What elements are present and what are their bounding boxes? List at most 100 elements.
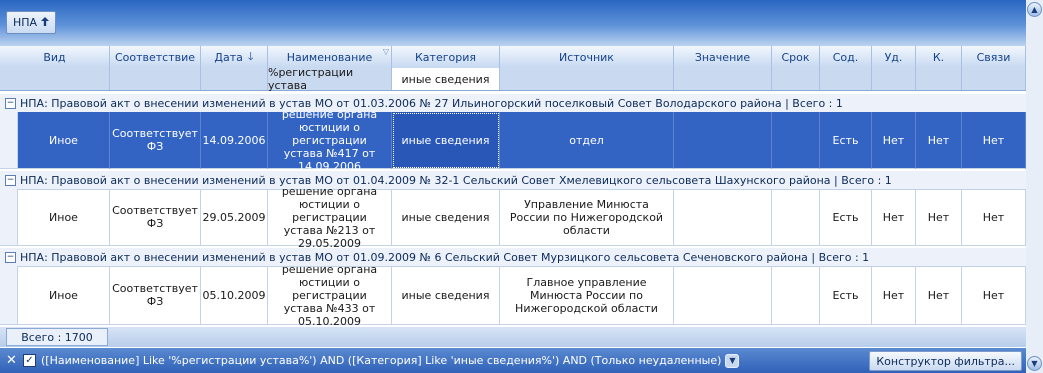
cell-srok[interactable] [772, 112, 820, 169]
col-header-label: Сод. [832, 50, 859, 64]
col-header-label: Уд. [884, 50, 903, 64]
col-header-label: Категория [415, 50, 476, 64]
col-header-srok[interactable]: Срок [772, 46, 820, 68]
cell-svyazi[interactable]: Нет [962, 112, 1026, 169]
col-header-label: Дата [214, 50, 243, 64]
cell-svyazi[interactable]: Нет [962, 266, 1026, 325]
col-header-sootvetstvie[interactable]: Соответствие [110, 46, 201, 68]
vertical-scrollbar[interactable]: ▲ ▼ [1026, 0, 1043, 373]
cell-kategoriya[interactable]: иные сведения [392, 112, 500, 169]
table-row[interactable]: Иное Соответствует ФЗ 29.05.2009 решение… [0, 185, 1026, 250]
cell-sootvetstvie[interactable]: Соответствует ФЗ [110, 266, 201, 325]
cell-sootvetstvie[interactable]: Соответствует ФЗ [110, 112, 201, 169]
cell-istochnik[interactable]: Главное управление Минюста России по Ниж… [500, 266, 674, 325]
col-header-label: Наименование [286, 50, 373, 64]
cell-naimenovanie[interactable]: решение органа юстиции о регистрации уст… [268, 263, 392, 328]
col-header-label: Значение [694, 50, 751, 64]
scroll-down-icon[interactable]: ▼ [1027, 356, 1042, 371]
cell-sootvetstvie[interactable]: Соответствует ФЗ [110, 189, 201, 246]
col-header-data[interactable]: Дата 🡓 [201, 46, 268, 68]
scroll-up-icon[interactable]: ▲ [1027, 2, 1042, 17]
clear-filter-icon[interactable]: ✕ [5, 353, 18, 368]
filter-cell-znachenie[interactable] [674, 68, 772, 90]
collapse-minus-icon[interactable]: − [5, 174, 16, 186]
cell-istochnik[interactable]: Управление Минюста России по Нижегородск… [500, 189, 674, 246]
col-header-naimenovanie[interactable]: Наименование ▽ [268, 46, 392, 68]
npa-grid: НПА Вид Соответствие Дата 🡓 Наименование ▽… [0, 0, 1026, 373]
group-row[interactable]: − НПА: Правовой акт о внесении изменений… [0, 94, 1026, 113]
table-row[interactable]: Иное Соответствует ФЗ 05.10.2009 решение… [0, 263, 1026, 328]
cell-kategoriya[interactable]: иные сведения [392, 266, 500, 325]
cell-znachenie[interactable] [674, 266, 772, 325]
filter-cell-ud[interactable] [872, 68, 916, 90]
col-header-znachenie[interactable]: Значение [674, 46, 772, 68]
cell-srok[interactable] [772, 266, 820, 325]
cell-istochnik[interactable]: отдел [500, 112, 674, 169]
table-row[interactable]: Иное Соответствует ФЗ 14.09.2006 решение… [0, 108, 1026, 173]
row-indent [0, 112, 18, 169]
col-header-label: Вид [43, 50, 66, 64]
col-header-label: Срок [781, 50, 810, 64]
group-row-title: НПА: Правовой акт о внесении изменений в… [20, 96, 843, 110]
chevron-down-icon[interactable]: ▼ [725, 353, 740, 368]
group-row[interactable]: − НПА: Правовой акт о внесении изменений… [0, 171, 1026, 190]
filter-cell-svyazi[interactable] [962, 68, 1026, 90]
col-header-k[interactable]: К. [916, 46, 962, 68]
cell-data[interactable]: 05.10.2009 [201, 266, 268, 325]
filter-cell-sootvetstvie[interactable] [110, 68, 201, 90]
cell-vid[interactable]: Иное [18, 189, 110, 246]
col-header-kategoriya[interactable]: Категория [392, 46, 500, 68]
group-by-npa-chip[interactable]: НПА [6, 11, 57, 34]
col-header-label: К. [932, 50, 945, 64]
cell-data[interactable]: 29.05.2009 [201, 189, 268, 246]
filter-cell-data[interactable] [201, 68, 268, 90]
cell-sod[interactable]: Есть [820, 189, 872, 246]
group-row[interactable]: − НПА: Правовой акт о внесении изменений… [0, 248, 1026, 267]
col-header-svyazi[interactable]: Связи [962, 46, 1026, 68]
cell-ud[interactable]: Нет [872, 266, 916, 325]
cell-k[interactable]: Нет [916, 189, 962, 246]
col-header-vid[interactable]: Вид [0, 46, 110, 68]
group-row-title: НПА: Правовой акт о внесении изменений в… [20, 250, 870, 264]
row-indent [0, 266, 18, 325]
group-row-title: НПА: Правовой акт о внесении изменений в… [20, 173, 892, 187]
auto-filter-row: %регистрации устава иные сведения [0, 66, 1026, 92]
filter-cell-k[interactable] [916, 68, 962, 90]
filter-cell-vid[interactable] [0, 68, 110, 90]
col-header-istochnik[interactable]: Источник [500, 46, 674, 68]
filter-cell-sod[interactable] [820, 68, 872, 90]
filter-panel: ✕ ✓ ([Наименование] Like '%регистрации у… [0, 348, 1026, 373]
filter-cell-naimenovanie[interactable]: %регистрации устава [268, 66, 392, 92]
cell-svyazi[interactable]: Нет [962, 189, 1026, 246]
cell-k[interactable]: Нет [916, 112, 962, 169]
filter-cell-kategoriya[interactable]: иные сведения [392, 68, 500, 90]
filter-cell-srok[interactable] [772, 68, 820, 90]
cell-ud[interactable]: Нет [872, 112, 916, 169]
cell-vid[interactable]: Иное [18, 266, 110, 325]
cell-ud[interactable]: Нет [872, 189, 916, 246]
cell-vid[interactable]: Иное [18, 112, 110, 169]
filter-enabled-checkbox[interactable]: ✓ [23, 354, 36, 367]
cell-sod[interactable]: Есть [820, 266, 872, 325]
cell-srok[interactable] [772, 189, 820, 246]
cell-znachenie[interactable] [674, 112, 772, 169]
filter-cell-istochnik[interactable] [500, 68, 674, 90]
col-header-sod[interactable]: Сод. [820, 46, 872, 68]
cell-naimenovanie[interactable]: решение органа юстиции о регистрации уст… [268, 108, 392, 173]
cell-kategoriya[interactable]: иные сведения [392, 189, 500, 246]
col-header-ud[interactable]: Уд. [872, 46, 916, 68]
cell-znachenie[interactable] [674, 189, 772, 246]
cell-k[interactable]: Нет [916, 266, 962, 325]
arrow-up-icon [41, 16, 50, 29]
cell-data[interactable]: 14.09.2006 [201, 112, 268, 169]
row-indent [0, 189, 18, 246]
cell-naimenovanie[interactable]: решение органа юстиции о регистрации уст… [268, 185, 392, 250]
collapse-minus-icon[interactable]: − [5, 251, 16, 263]
filter-builder-button[interactable]: Конструктор фильтра... [869, 351, 1022, 371]
filter-expression[interactable]: ([Наименование] Like '%регистрации устав… [41, 354, 721, 367]
col-header-label: Связи [976, 50, 1011, 64]
cell-sod[interactable]: Есть [820, 112, 872, 169]
group-by-panel: НПА [0, 0, 1026, 46]
collapse-minus-icon[interactable]: − [5, 97, 16, 109]
total-count: Всего : 1700 [6, 328, 108, 346]
